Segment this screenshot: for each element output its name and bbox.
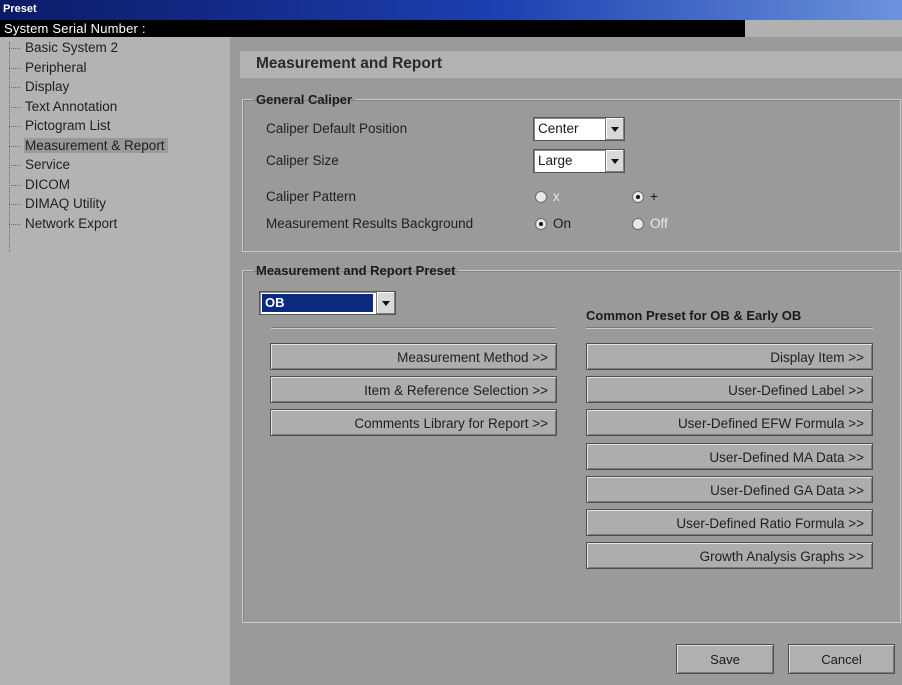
user-defined-efw-formula-button[interactable]: User-Defined EFW Formula >>	[586, 409, 873, 436]
preset-select[interactable]: OB	[259, 291, 396, 315]
serial-number-bar: System Serial Number :	[0, 20, 902, 37]
results-background-label: Measurement Results Background	[266, 216, 474, 231]
caliper-size-value: Large	[538, 153, 573, 168]
save-button[interactable]: Save	[676, 644, 774, 674]
sidebar-item-label: Service	[25, 157, 71, 172]
comments-library-button[interactable]: Comments Library for Report >>	[270, 409, 557, 436]
display-item-button[interactable]: Display Item >>	[586, 343, 873, 370]
cancel-button[interactable]: Cancel	[788, 644, 895, 674]
measurement-method-button[interactable]: Measurement Method >>	[270, 343, 557, 370]
user-defined-ratio-formula-button[interactable]: User-Defined Ratio Formula >>	[586, 509, 873, 536]
sidebar-item-dicom[interactable]: DICOM	[9, 177, 168, 197]
sidebar-item-service[interactable]: Service	[9, 157, 168, 177]
preset-window: Preset System Serial Number : Basic Syst…	[0, 0, 902, 685]
serial-number-label: System Serial Number :	[4, 21, 146, 36]
sidebar-item-pictogram-list[interactable]: Pictogram List	[9, 118, 168, 138]
page-title: Measurement and Report	[256, 55, 443, 72]
sidebar-item-label: Pictogram List	[25, 118, 111, 133]
right-divider	[586, 327, 873, 329]
sidebar-item-text-annotation[interactable]: Text Annotation	[9, 99, 168, 119]
sidebar-item-basic-system-2[interactable]: Basic System 2	[9, 40, 168, 60]
sidebar-item-measurement-report[interactable]: Measurement & Report	[9, 137, 168, 158]
sidebar-item-network-export[interactable]: Network Export	[9, 216, 168, 236]
preset-value: OB	[262, 294, 373, 312]
sidebar-item-label: Network Export	[25, 215, 118, 231]
sidebar-item-peripheral[interactable]: Peripheral	[9, 60, 168, 80]
window-title: Preset	[3, 3, 37, 15]
caliper-size-label: Caliper Size	[266, 153, 339, 168]
main-panel: Measurement and Report General Caliper C…	[230, 37, 902, 685]
radio-label: On	[553, 216, 572, 231]
radio-unselected-icon	[535, 191, 547, 203]
radio-selected-icon	[535, 218, 547, 230]
report-preset-legend: Measurement and Report Preset	[256, 263, 456, 278]
chevron-down-icon[interactable]	[605, 150, 624, 172]
left-divider	[271, 327, 556, 329]
preset-tree: Basic System 2 Peripheral Display Text A…	[9, 40, 168, 252]
title-bar: Preset	[0, 0, 902, 20]
item-reference-selection-button[interactable]: Item & Reference Selection >>	[270, 376, 557, 403]
radio-label: x	[553, 189, 560, 204]
sidebar-item-label: Measurement & Report	[24, 137, 168, 153]
general-caliper-group: General Caliper Caliper Default Position…	[242, 92, 901, 252]
user-defined-label-button[interactable]: User-Defined Label >>	[586, 376, 873, 403]
radio-label: Off	[650, 216, 668, 231]
caliper-default-position-label: Caliper Default Position	[266, 121, 408, 136]
radio-selected-icon	[632, 191, 644, 203]
sidebar-item-label: Text Annotation	[25, 98, 118, 114]
sidebar-item-display[interactable]: Display	[9, 79, 168, 99]
caliper-size-select[interactable]: Large	[533, 149, 625, 173]
sidebar: Basic System 2 Peripheral Display Text A…	[0, 37, 230, 685]
caliper-default-position-value: Center	[538, 121, 579, 136]
sidebar-item-dimaq-utility[interactable]: DIMAQ Utility	[9, 196, 168, 216]
report-preset-group: Measurement and Report Preset OB Common …	[242, 263, 901, 623]
caliper-default-position-select[interactable]: Center	[533, 117, 625, 141]
radio-unselected-icon	[632, 218, 644, 230]
radio-label: +	[650, 189, 658, 204]
chevron-down-icon[interactable]	[376, 292, 395, 314]
page-header: Measurement and Report	[240, 51, 902, 78]
growth-analysis-graphs-button[interactable]: Growth Analysis Graphs >>	[586, 542, 873, 569]
user-defined-ma-data-button[interactable]: User-Defined MA Data >>	[586, 443, 873, 470]
sidebar-item-label: DICOM	[25, 176, 70, 192]
caliper-pattern-label: Caliper Pattern	[266, 189, 357, 204]
general-caliper-legend: General Caliper	[256, 92, 353, 107]
sidebar-item-label: DIMAQ Utility	[25, 196, 106, 211]
sidebar-item-label: Basic System 2	[25, 40, 119, 55]
sidebar-item-label: Display	[25, 79, 70, 94]
sidebar-item-label: Peripheral	[25, 59, 87, 75]
user-defined-ga-data-button[interactable]: User-Defined GA Data >>	[586, 476, 873, 503]
chevron-down-icon[interactable]	[605, 118, 624, 140]
common-preset-title: Common Preset for OB & Early OB	[586, 308, 802, 323]
